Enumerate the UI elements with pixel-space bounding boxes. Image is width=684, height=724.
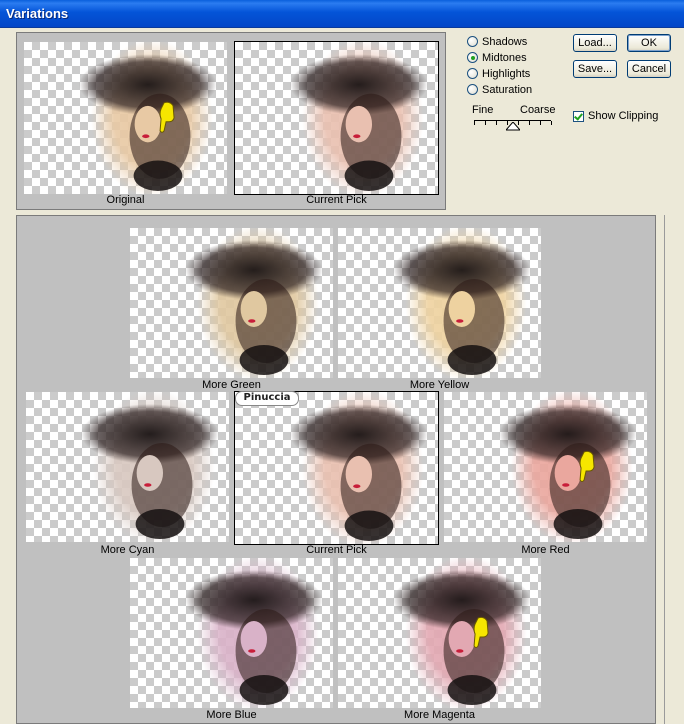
radio-saturation-label: Saturation (482, 83, 533, 96)
portrait-image (392, 558, 531, 708)
portrait-image (80, 392, 219, 542)
window-title: Variations (6, 6, 69, 21)
more-green-thumbnail[interactable] (130, 228, 333, 378)
portrait-image (289, 42, 428, 194)
slider-tick (529, 121, 530, 125)
radio-saturation-control[interactable] (467, 84, 478, 95)
current-pick-label: Current Pick (306, 194, 367, 206)
cancel-button[interactable]: Cancel (627, 60, 671, 78)
portrait-image (78, 42, 217, 194)
original-thumbnail (24, 42, 227, 194)
slider-tick (485, 121, 486, 125)
slider-tick (496, 121, 497, 125)
radio-shadows-label: Shadows (482, 35, 528, 48)
current-pick-center-thumbnail[interactable] (234, 391, 439, 545)
radio-midtones[interactable]: Midtones (467, 50, 527, 65)
show-clipping-label: Show Clipping (588, 110, 659, 122)
portrait-image (498, 392, 637, 542)
title-bar: Variations (0, 0, 684, 28)
more-magenta-thumbnail[interactable] (338, 558, 541, 708)
more-green-label: More Green (202, 379, 261, 391)
radio-highlights-control[interactable] (467, 68, 478, 79)
original-label: Original (106, 194, 145, 206)
more-red-thumbnail[interactable] (444, 392, 647, 542)
more-cyan-thumbnail[interactable] (26, 392, 229, 542)
portrait-image (184, 558, 323, 708)
slider-coarse-label: Coarse (520, 104, 556, 116)
radio-saturation[interactable]: Saturation (467, 82, 532, 97)
radio-shadows-control[interactable] (467, 36, 478, 47)
more-yellow-label: More Yellow (409, 379, 470, 391)
slider-tick (474, 121, 475, 125)
current-pick-center-label: Current Pick (306, 544, 367, 556)
more-blue-thumbnail[interactable] (130, 558, 333, 708)
portrait-image (289, 392, 428, 544)
save-button[interactable]: Save... (573, 60, 617, 78)
radio-midtones-label: Midtones (482, 51, 527, 64)
show-clipping-checkbox[interactable]: Show Clipping (573, 110, 658, 122)
more-red-label: More Red (521, 544, 570, 556)
slider-tick (540, 121, 541, 125)
radio-shadows[interactable]: Shadows (467, 34, 527, 49)
load-button[interactable]: Load... (573, 34, 617, 52)
slider-thumb-icon[interactable] (505, 122, 520, 131)
more-yellow-thumbnail[interactable] (338, 228, 541, 378)
slider-fine-label: Fine (472, 104, 494, 116)
vertical-scrollbar[interactable] (664, 215, 684, 724)
show-clipping-check[interactable] (573, 110, 584, 122)
radio-highlights[interactable]: Highlights (467, 66, 530, 81)
more-blue-label: More Blue (206, 709, 257, 721)
portrait-image (392, 228, 531, 378)
radio-midtones-control[interactable] (467, 52, 478, 63)
slider-tick (551, 121, 552, 125)
radio-highlights-label: Highlights (482, 67, 531, 80)
portrait-image (184, 228, 323, 378)
ok-button[interactable]: OK (627, 34, 671, 52)
current-pick-thumbnail (234, 41, 439, 195)
pinuccia-watermark-badge: Pinuccia (235, 391, 299, 406)
more-magenta-label: More Magenta (404, 709, 475, 721)
more-cyan-label: More Cyan (100, 544, 155, 556)
